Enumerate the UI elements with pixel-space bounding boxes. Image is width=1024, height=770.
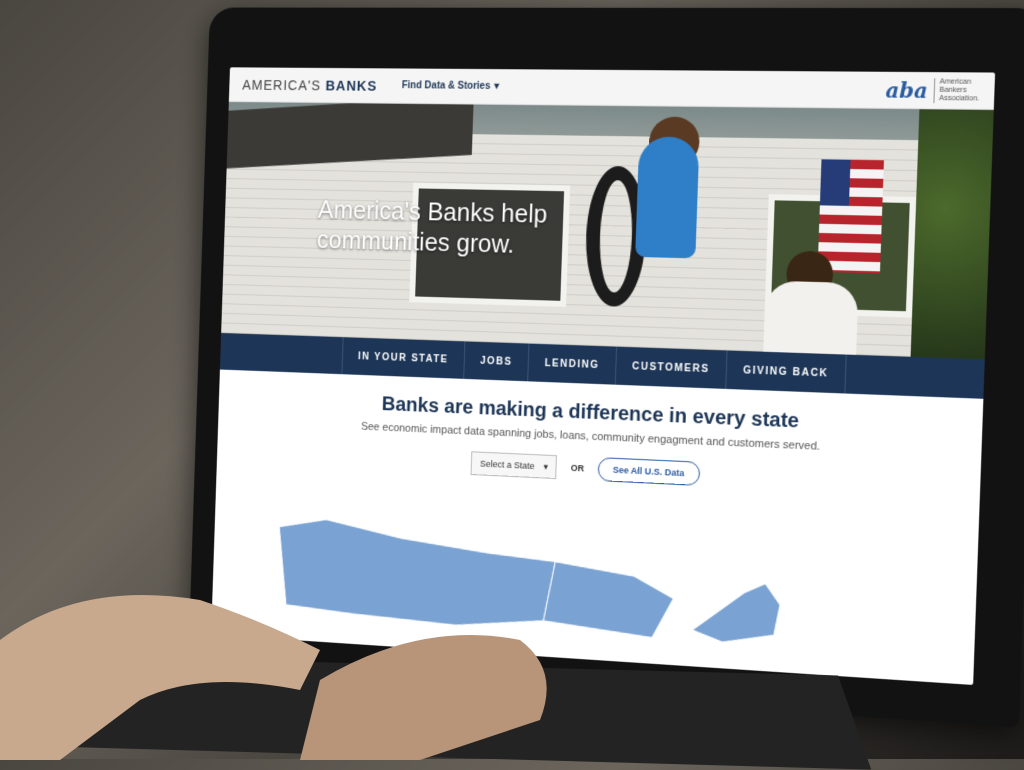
caret-down-icon: ▾ [543,461,549,472]
hero-banner: America's Banks help communities grow. [221,101,994,360]
child-image [762,280,859,360]
nav-item-customers[interactable]: CUSTOMERS [614,346,727,389]
find-data-dropdown[interactable]: Find Data & Stories ▾ [402,80,500,92]
nav-item-jobs[interactable]: JOBS [463,341,529,382]
typing-hands-image [0,595,547,760]
brand-prefix: AMERICA'S [242,76,322,93]
aba-logo[interactable]: aba American Bankers Association. [885,77,980,104]
aba-line3: Association. [938,94,980,103]
state-select-label: Select a State [479,458,535,472]
aba-mark: aba [885,77,929,103]
aba-line2: Bankers [939,86,967,94]
hero-headline: America's Banks help communities grow. [316,196,548,259]
nav-item-lending[interactable]: LENDING [527,343,616,385]
nav-item-in-your-state[interactable]: IN YOUR STATE [341,337,465,379]
aba-line1: American [939,77,972,86]
american-flag-image [817,159,884,274]
or-label: OR [570,462,585,474]
site-logo[interactable]: AMERICA'S BANKS [242,77,377,94]
see-all-us-data-button[interactable]: See All U.S. Data [597,457,700,486]
child-image [635,136,700,259]
map-region-northeast[interactable] [692,580,781,646]
hero-photo-tree [910,109,994,360]
nav-item-giving-back[interactable]: GIVING BACK [725,350,847,394]
caret-down-icon: ▾ [493,81,500,92]
state-select[interactable]: Select a State ▾ [470,451,558,480]
find-data-label: Find Data & Stories [401,80,491,92]
brand-suffix: BANKS [325,77,378,94]
aba-wordmark: American Bankers Association. [933,77,980,104]
